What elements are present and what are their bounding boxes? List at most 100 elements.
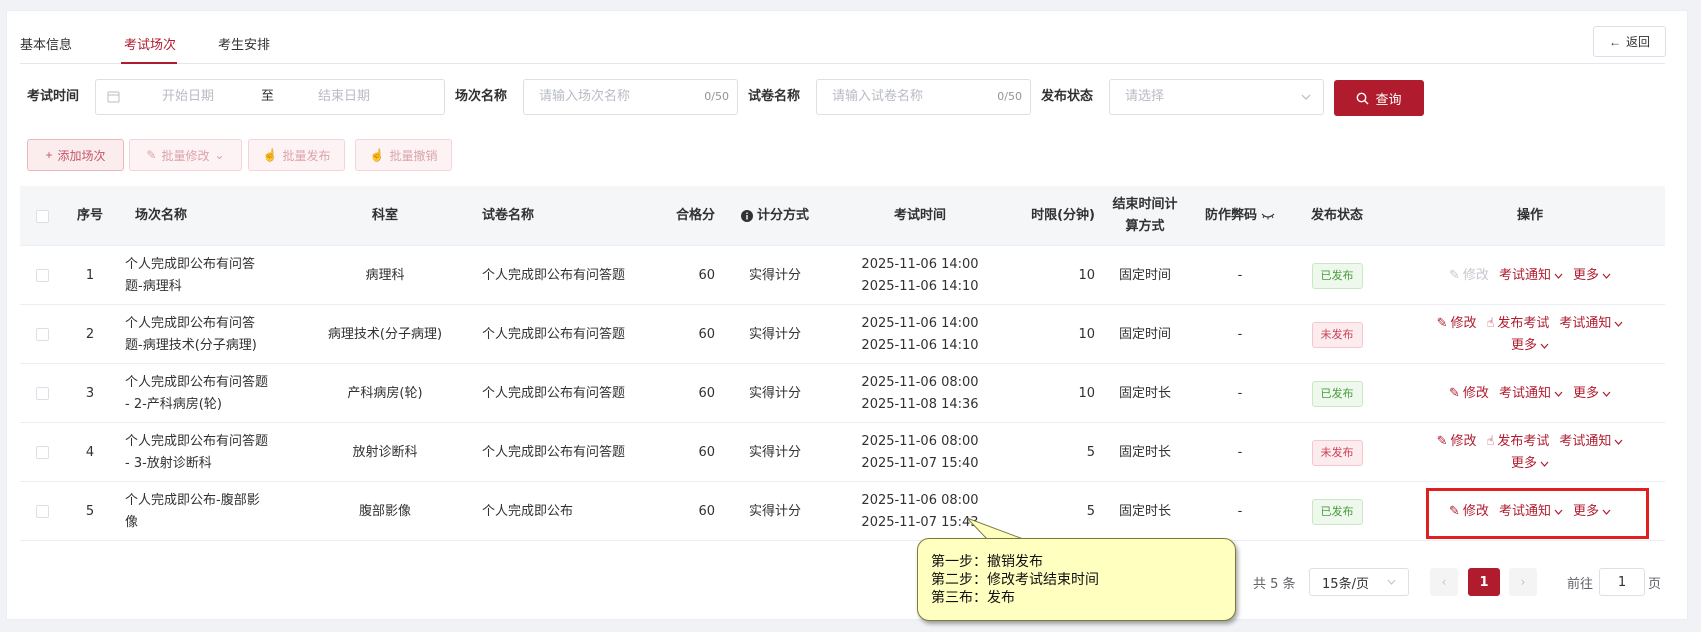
cell-seq: 5	[85, 503, 95, 519]
cell-seq: 3	[85, 385, 95, 401]
chevron-down-icon	[1554, 391, 1563, 397]
publish-exam-action[interactable]: ☝ 发布考试	[1486, 313, 1549, 335]
row-operations: ✎ 修改 考试通知 更多	[1415, 383, 1645, 405]
batch-publish-button[interactable]: ☝ 批量发布	[248, 139, 345, 171]
cell-exam-time: 2025-11-06 14:00 2025-11-06 14:10	[861, 256, 979, 294]
col-publish-status: 发布状态	[1310, 208, 1363, 223]
edit-action[interactable]: ✎ 修改	[1449, 265, 1489, 287]
add-session-button[interactable]: + 添加场次	[27, 139, 124, 171]
page-number-current[interactable]: 1	[1468, 568, 1500, 596]
edit-action[interactable]: ✎ 修改	[1437, 431, 1477, 453]
batch-revoke-button[interactable]: ☝ 批量撤销	[355, 139, 452, 171]
chevron-down-icon	[1602, 391, 1611, 397]
page-size-select[interactable]: 15条/页	[1309, 568, 1409, 596]
cell-end-time-calc: 固定时间	[1118, 326, 1171, 342]
goto-label: 前往	[1567, 576, 1594, 592]
range-separator: 至	[261, 89, 275, 104]
highlight-box	[1426, 488, 1649, 539]
back-button[interactable]: ← 返回	[1593, 26, 1666, 57]
goto-page-input[interactable]: 1	[1599, 568, 1645, 596]
hand-pointer-icon: ☝	[262, 148, 278, 162]
cell-dept: 放射诊断科	[352, 444, 418, 460]
callout-step-3: 第三布：发布	[931, 590, 1015, 606]
publish-exam-action[interactable]: ☝ 发布考试	[1486, 431, 1549, 453]
more-dropdown[interactable]: 更多	[1573, 265, 1611, 287]
chevron-down-icon	[1301, 93, 1311, 101]
row-checkbox[interactable]	[35, 269, 49, 282]
pagination-total: 共 5 条	[1253, 576, 1296, 592]
eye-closed-icon[interactable]	[1261, 212, 1275, 220]
active-tab-indicator	[121, 62, 177, 64]
status-badge: 未发布	[1311, 439, 1363, 466]
cell-dept: 病理技术(分子病理)	[327, 326, 443, 342]
cell-session-name: 个人完成即公布有问答 题-病理技术(分子病理)	[125, 315, 257, 353]
more-dropdown[interactable]: 更多	[1511, 453, 1549, 475]
arrow-left-icon: ←	[1608, 34, 1621, 49]
chevron-down-icon	[1540, 343, 1549, 349]
cell-pass-score: 60	[698, 503, 715, 519]
cell-seq: 4	[85, 444, 95, 460]
cell-scoring-method: 实得计分	[748, 385, 801, 401]
table-row: 1 个人完成即公布有问答 题-病理科 病理科 个人完成即公布有问答题 60 实得计…	[20, 246, 1665, 305]
end-date-placeholder: 结束日期	[318, 89, 371, 104]
exam-notice-dropdown[interactable]: 考试通知	[1559, 313, 1623, 335]
chevron-down-icon	[1602, 273, 1611, 279]
batch-edit-button[interactable]: ✎ 批量修改 ⌄	[129, 139, 242, 171]
cell-seq: 1	[85, 267, 95, 283]
cell-end-time-calc: 固定时间	[1118, 267, 1171, 283]
cell-end-time-calc: 固定时长	[1118, 385, 1171, 401]
info-icon[interactable]	[740, 210, 753, 222]
row-checkbox[interactable]	[35, 446, 49, 459]
cell-session-name: 个人完成即公布-腹部影像	[125, 492, 260, 530]
cell-scoring-method: 实得计分	[748, 267, 801, 283]
cell-seq: 2	[85, 326, 95, 342]
chevron-left-icon: ‹	[1441, 575, 1447, 589]
tab-candidate-arrangement[interactable]: 考生安排	[218, 34, 270, 53]
edit-action[interactable]: ✎ 修改	[1449, 383, 1489, 405]
col-pass-score: 合格分	[675, 208, 715, 223]
cell-time-limit: 10	[1078, 385, 1095, 401]
cell-anti-cheat: -	[1237, 267, 1243, 283]
exam-notice-dropdown[interactable]: 考试通知	[1559, 431, 1623, 453]
calendar-icon	[107, 90, 120, 103]
query-button[interactable]: 查询	[1334, 80, 1424, 116]
chevron-down-icon: ⌄	[214, 148, 225, 162]
prev-page-button[interactable]: ‹	[1430, 568, 1458, 596]
paper-name-label: 试卷名称	[748, 89, 801, 104]
tab-basic-info[interactable]: 基本信息	[20, 34, 72, 53]
exam-notice-dropdown[interactable]: 考试通知	[1499, 265, 1563, 287]
row-checkbox[interactable]	[35, 505, 49, 518]
exam-notice-dropdown[interactable]: 考试通知	[1499, 383, 1563, 405]
row-checkbox[interactable]	[35, 328, 49, 341]
edit-action[interactable]: ✎ 修改	[1437, 313, 1477, 335]
pencil-icon: ✎	[1449, 267, 1460, 283]
session-name-input[interactable]: 请输入场次名称 0/50	[523, 79, 738, 115]
cell-scoring-method: 实得计分	[748, 326, 801, 342]
exam-time-label: 考试时间	[27, 89, 80, 104]
pencil-icon: ✎	[1436, 315, 1448, 331]
callout-pointer	[966, 518, 1024, 540]
paper-name-input[interactable]: 请输入试卷名称 0/50	[816, 79, 1031, 115]
col-scoring-method: 计分方式	[756, 208, 809, 223]
more-dropdown[interactable]: 更多	[1573, 383, 1611, 405]
col-seq: 序号	[76, 208, 103, 223]
cell-dept: 产科病房(轮)	[347, 385, 423, 401]
status-select[interactable]: 请选择	[1109, 79, 1324, 115]
cell-scoring-method: 实得计分	[748, 444, 801, 460]
col-time-limit: 时限(分钟)	[1031, 208, 1095, 223]
cell-pass-score: 60	[698, 326, 715, 342]
next-page-button[interactable]: ›	[1509, 568, 1537, 596]
cell-dept: 病理科	[365, 267, 405, 283]
date-range-picker[interactable]: 开始日期 至 结束日期	[95, 79, 445, 115]
more-dropdown[interactable]: 更多	[1511, 335, 1549, 357]
callout-step-2: 第二步：修改考试结束时间	[931, 572, 1099, 588]
cell-session-name: 个人完成即公布有问答题 - 3-放射诊断科	[125, 433, 269, 471]
cell-exam-time: 2025-11-06 08:00 2025-11-08 14:36	[861, 374, 979, 412]
tab-exam-sessions[interactable]: 考试场次	[124, 34, 176, 53]
row-operations: ✎ 修改 ☝ 发布考试 考试通知 更多	[1415, 313, 1645, 357]
plus-icon: +	[45, 148, 53, 162]
session-name-counter: 0/50	[704, 90, 729, 103]
select-all-checkbox[interactable]	[35, 209, 49, 223]
row-checkbox[interactable]	[35, 387, 49, 400]
col-exam-time: 考试时间	[893, 208, 946, 223]
